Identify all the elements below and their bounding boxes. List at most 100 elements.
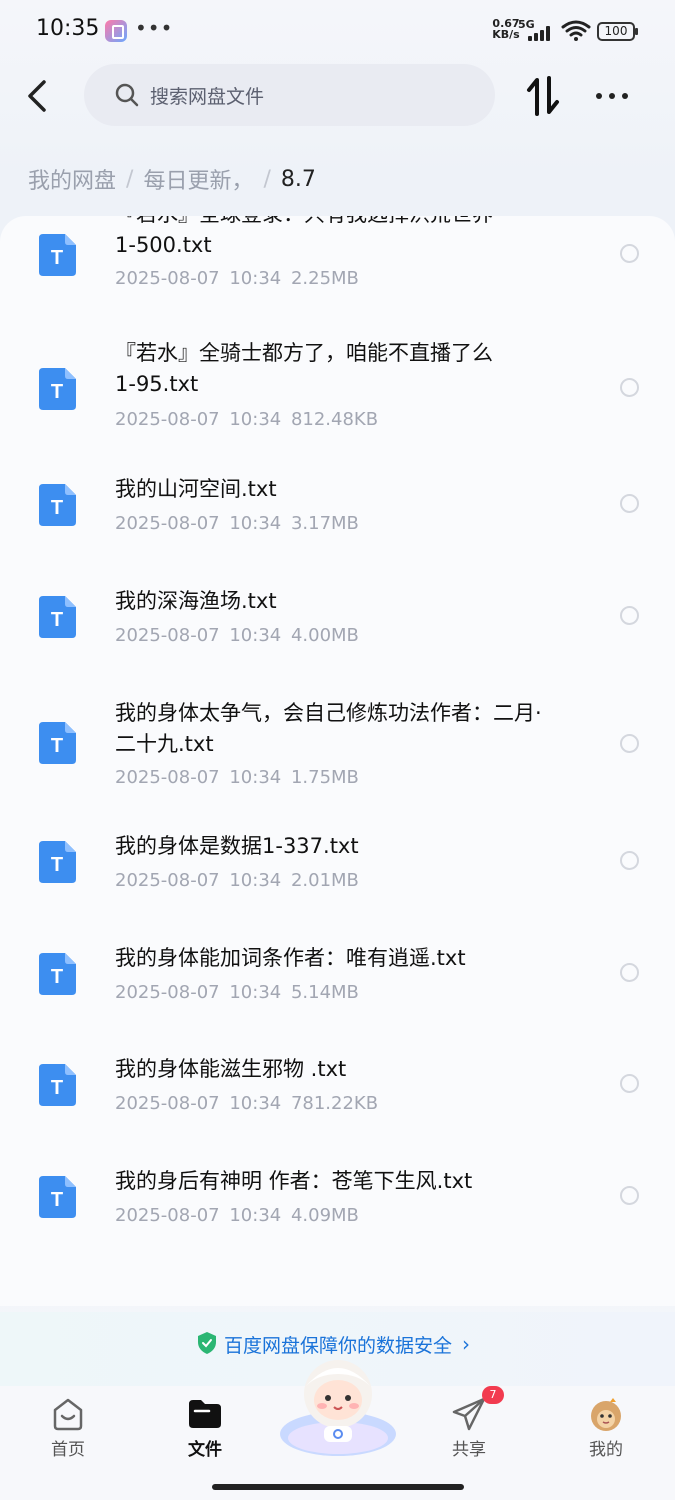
txt-file-icon: T [39, 841, 76, 883]
file-name-line: 『若水』全骑士都方了，咱能不直播了么 [115, 341, 493, 365]
select-checkbox[interactable] [620, 244, 639, 263]
file-name-line: 『若水』全球登录：只有我选择洪荒世界 [115, 216, 595, 230]
select-checkbox[interactable] [620, 494, 639, 513]
txt-file-icon: T [39, 596, 76, 638]
file-icon-letter: T [51, 854, 63, 876]
mascot-button[interactable] [276, 1354, 400, 1462]
file-name: 我的身体是数据1-337.txt [115, 831, 595, 862]
select-checkbox[interactable] [620, 1074, 639, 1093]
file-date: 2025-08-07 [115, 409, 220, 430]
file-row[interactable]: T 『若水』全骑士都方了，咱能不直播了么 1-95.txt 2025-08-07… [0, 338, 675, 438]
breadcrumb: 我的网盘 / 每日更新， / 8.7 [28, 162, 316, 196]
file-name-line: 1-95.txt [115, 372, 199, 396]
battery-indicator: 100 [597, 22, 638, 41]
search-input[interactable]: 搜索网盘文件 [84, 64, 495, 126]
file-meta: 2025-08-07 10:34 781.22KB [115, 1093, 378, 1114]
file-meta: 2025-08-07 10:34 4.00MB [115, 625, 359, 646]
nav-label: 我的 [589, 1440, 623, 1460]
breadcrumb-item-root[interactable]: 我的网盘 [28, 163, 116, 195]
file-name: 我的深海渔场.txt [115, 586, 595, 617]
file-row[interactable]: T 我的山河空间.txt 2025-08-07 10:34 3.17MB [0, 474, 675, 544]
breadcrumb-item-folder[interactable]: 每日更新， [143, 163, 253, 195]
file-row[interactable]: T 我的身后有神明 作者：苍笔下生风.txt 2025-08-07 10:34 … [0, 1166, 675, 1236]
file-time: 10:34 [229, 513, 282, 534]
app-screen: 10:35 ••• 0.67 KB/s 5G 100 搜索网盘文件 我的网盘 /… [0, 0, 675, 1500]
file-name-line: 我的山河空间.txt [115, 477, 277, 501]
nav-label: 共享 [452, 1440, 486, 1460]
search-placeholder: 搜索网盘文件 [150, 86, 265, 108]
more-options-button[interactable] [592, 80, 632, 110]
bottom-nav: 首页 文件 7 共享 我的 [0, 1360, 675, 1500]
select-checkbox[interactable] [620, 963, 639, 982]
file-row[interactable]: T 我的身体能滋生邪物 .txt 2025-08-07 10:34 781.22… [0, 1054, 675, 1124]
file-name-line: 1-500.txt [115, 233, 212, 257]
file-row[interactable]: T 我的深海渔场.txt 2025-08-07 10:34 4.00MB [0, 586, 675, 656]
sort-button[interactable] [524, 74, 564, 118]
file-icon-letter: T [51, 609, 63, 631]
file-size: 4.09MB [290, 1205, 359, 1226]
breadcrumb-item-current: 8.7 [280, 166, 316, 192]
file-name: 我的身体太争气，会自己修炼功法作者：二月· 二十九.txt [115, 698, 595, 760]
file-meta: 2025-08-07 10:34 812.48KB [115, 409, 378, 430]
avatar [591, 1398, 621, 1431]
file-row[interactable]: T 我的身体是数据1-337.txt 2025-08-07 10:34 2.01… [0, 831, 675, 901]
file-icon-letter: T [51, 381, 63, 403]
nav-item-files[interactable]: 文件 [160, 1396, 250, 1466]
file-list: T 『若水』全球登录：只有我选择洪荒世界 1-500.txt 2025-08-0… [0, 216, 675, 1306]
chevron-right-icon: › [462, 1332, 470, 1356]
folder-icon [189, 1400, 221, 1428]
file-row[interactable]: T 我的身体太争气，会自己修炼功法作者：二月· 二十九.txt 2025-08-… [0, 698, 675, 798]
select-checkbox[interactable] [620, 606, 639, 625]
notification-badge: 7 [482, 1386, 504, 1404]
file-icon-letter: T [51, 735, 63, 757]
file-date: 2025-08-07 [115, 1093, 220, 1114]
select-checkbox[interactable] [620, 851, 639, 870]
paper-plane-icon [452, 1397, 486, 1431]
txt-file-icon: T [39, 234, 76, 276]
file-meta: 2025-08-07 10:34 3.17MB [115, 513, 359, 534]
file-size: 2.01MB [290, 870, 359, 891]
file-row[interactable]: T 『若水』全球登录：只有我选择洪荒世界 1-500.txt 2025-08-0… [0, 216, 675, 314]
file-name: 『若水』全球登录：只有我选择洪荒世界 1-500.txt [115, 216, 595, 261]
home-icon [53, 1398, 83, 1431]
status-time: 10:35 [36, 16, 100, 41]
file-time: 10:34 [229, 409, 282, 430]
back-button[interactable] [18, 72, 58, 120]
file-size: 1.75MB [290, 767, 359, 788]
file-size: 781.22KB [290, 1093, 379, 1114]
wifi-icon [561, 20, 591, 41]
file-meta: 2025-08-07 10:34 1.75MB [115, 767, 359, 788]
nav-item-home[interactable]: 首页 [23, 1396, 113, 1466]
select-checkbox[interactable] [620, 734, 639, 753]
file-size: 812.48KB [290, 409, 379, 430]
file-icon-letter: T [51, 1077, 63, 1099]
file-date: 2025-08-07 [115, 870, 220, 891]
home-indicator[interactable] [212, 1484, 464, 1490]
status-bar: 10:35 ••• 0.67 KB/s 5G 100 [0, 0, 675, 62]
file-time: 10:34 [229, 625, 282, 646]
file-meta: 2025-08-07 10:34 4.09MB [115, 1205, 359, 1226]
file-name: 『若水』全骑士都方了，咱能不直播了么 1-95.txt [115, 338, 595, 400]
select-checkbox[interactable] [620, 1186, 639, 1205]
file-meta: 2025-08-07 10:34 5.14MB [115, 982, 359, 1003]
file-date: 2025-08-07 [115, 982, 220, 1003]
file-date: 2025-08-07 [115, 268, 220, 289]
file-meta: 2025-08-07 10:34 2.25MB [115, 268, 359, 289]
file-date: 2025-08-07 [115, 1205, 220, 1226]
file-icon-letter: T [51, 966, 63, 988]
nav-item-share[interactable]: 7 共享 [424, 1386, 514, 1466]
nav-label: 首页 [51, 1440, 85, 1460]
file-icon-letter: T [51, 247, 63, 269]
file-name-line: 我的身体能滋生邪物 .txt [115, 1057, 347, 1081]
select-checkbox[interactable] [620, 378, 639, 397]
breadcrumb-separator: / [263, 166, 271, 192]
file-time: 10:34 [229, 870, 282, 891]
nav-item-mine[interactable]: 我的 [561, 1396, 651, 1466]
file-name: 我的身后有神明 作者：苍笔下生风.txt [115, 1166, 595, 1197]
file-name-line: 我的身体太争气，会自己修炼功法作者：二月· [115, 701, 542, 725]
file-row[interactable]: T 我的身体能加词条作者：唯有逍遥.txt 2025-08-07 10:34 5… [0, 943, 675, 1013]
file-icon-letter: T [51, 1189, 63, 1211]
shield-icon [198, 1332, 216, 1354]
file-date: 2025-08-07 [115, 767, 220, 788]
file-name-line: 我的深海渔场.txt [115, 589, 277, 613]
